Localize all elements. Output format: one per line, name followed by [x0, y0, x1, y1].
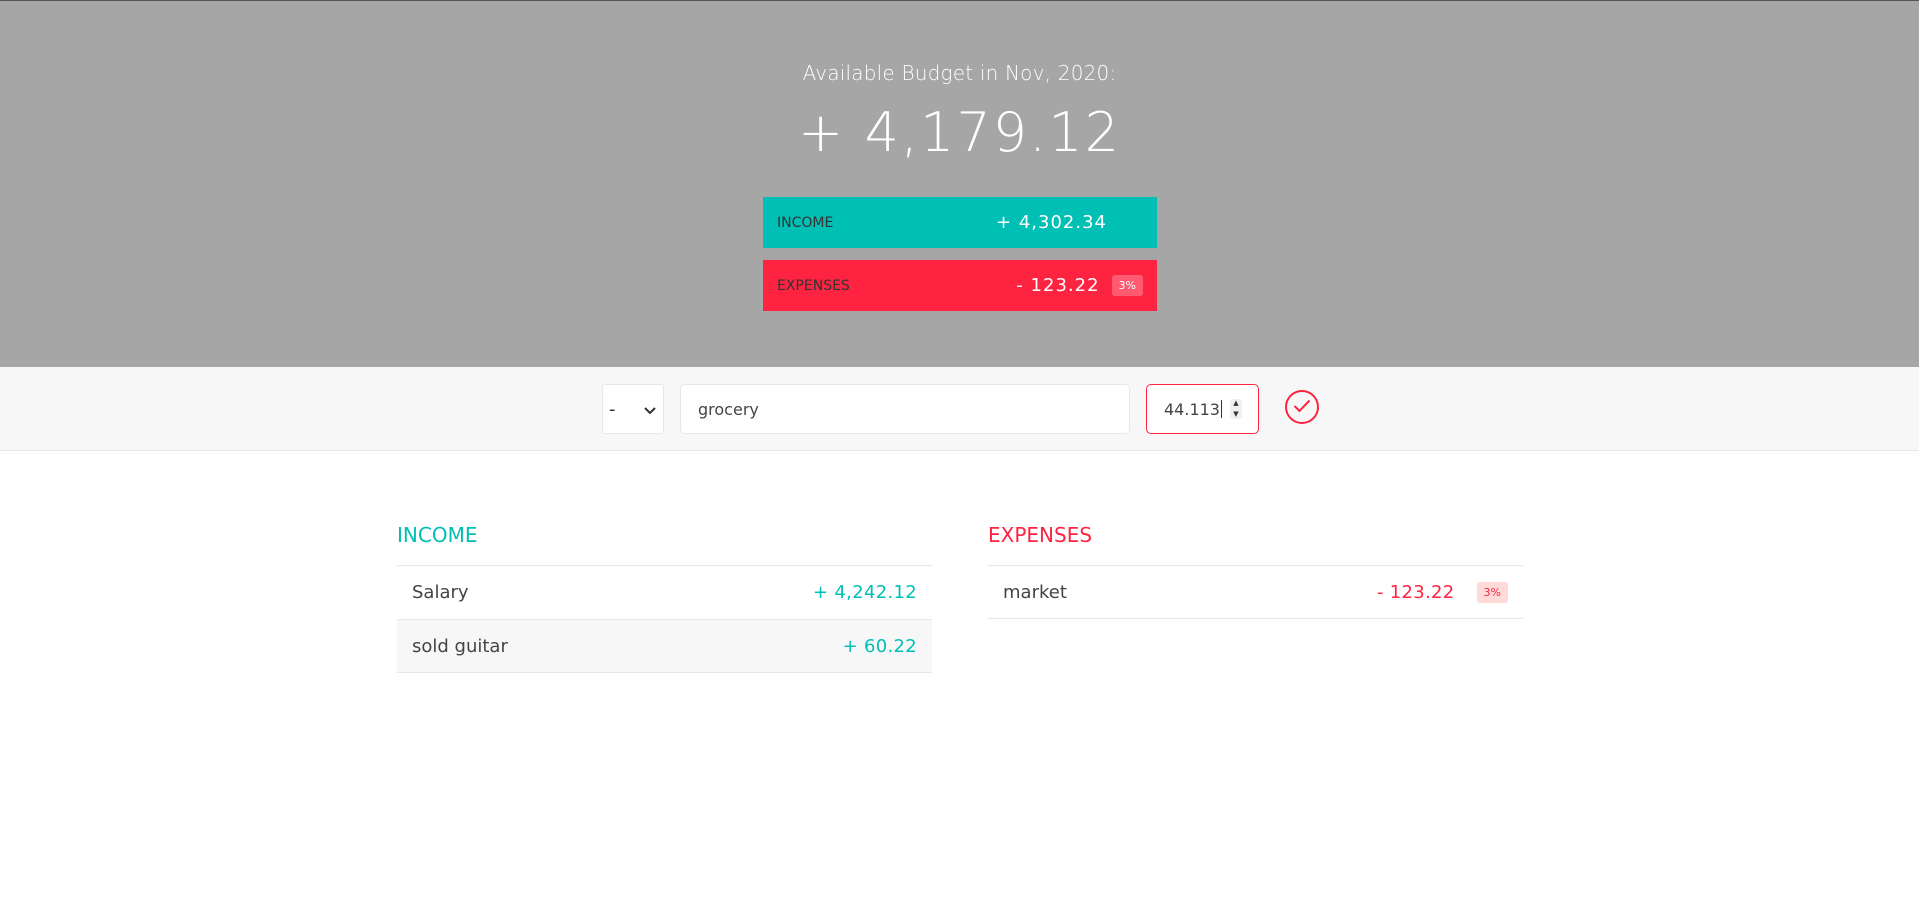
value-input[interactable]: 44.113 ▲ ▼: [1146, 384, 1259, 434]
income-summary-label: INCOME: [777, 214, 834, 231]
add-button[interactable]: [1285, 390, 1319, 424]
income-summary-value: + 4,302.34: [996, 212, 1107, 233]
item-description: Salary: [412, 582, 469, 603]
budget-title: Available Budget in Nov, 2020:: [802, 61, 1117, 85]
list-item[interactable]: Salary + 4,242.12: [397, 565, 932, 619]
income-list-title: INCOME: [397, 523, 478, 547]
type-select[interactable]: -: [602, 384, 664, 434]
checkmark-circle-icon: [1293, 398, 1311, 417]
expenses-list: EXPENSES market - 123.22 3%: [988, 522, 1523, 619]
list-item[interactable]: market - 123.22 3%: [988, 565, 1523, 619]
type-select-value: -: [609, 398, 616, 420]
stepper-down-icon[interactable]: ▼: [1233, 410, 1238, 419]
budget-value: + 4,179.12: [798, 101, 1121, 164]
chevron-down-icon: [644, 399, 656, 420]
item-percentage: 3%: [1476, 581, 1508, 603]
expenses-list-title: EXPENSES: [988, 523, 1093, 547]
item-value: + 4,242.12: [813, 582, 917, 603]
stepper-icon[interactable]: ▲ ▼: [1230, 399, 1242, 419]
income-summary: INCOME + 4,302.34: [763, 197, 1157, 248]
item-description: sold guitar: [412, 635, 508, 657]
add-item-bar: - grocery 44.113 ▲ ▼: [0, 367, 1919, 451]
item-description: market: [1003, 581, 1067, 603]
item-value: + 60.22: [842, 635, 917, 657]
description-input-value: grocery: [698, 399, 759, 419]
budget-header: Available Budget in Nov, 2020: + 4,179.1…: [0, 0, 1919, 367]
text-caret: [1220, 400, 1222, 418]
expenses-summary-value: - 123.22: [1016, 275, 1100, 296]
value-input-value: 44.113: [1164, 399, 1220, 419]
expenses-summary-percentage: 3%: [1111, 275, 1143, 296]
expenses-summary-label: EXPENSES: [777, 277, 850, 294]
item-value: - 123.22: [1376, 581, 1455, 603]
list-item[interactable]: sold guitar + 60.22: [397, 619, 932, 673]
expenses-summary: EXPENSES - 123.22 3%: [763, 260, 1157, 311]
stepper-up-icon[interactable]: ▲: [1233, 399, 1238, 408]
income-list: INCOME Salary + 4,242.12 sold guitar + 6…: [397, 522, 932, 673]
description-input[interactable]: grocery: [680, 384, 1130, 434]
